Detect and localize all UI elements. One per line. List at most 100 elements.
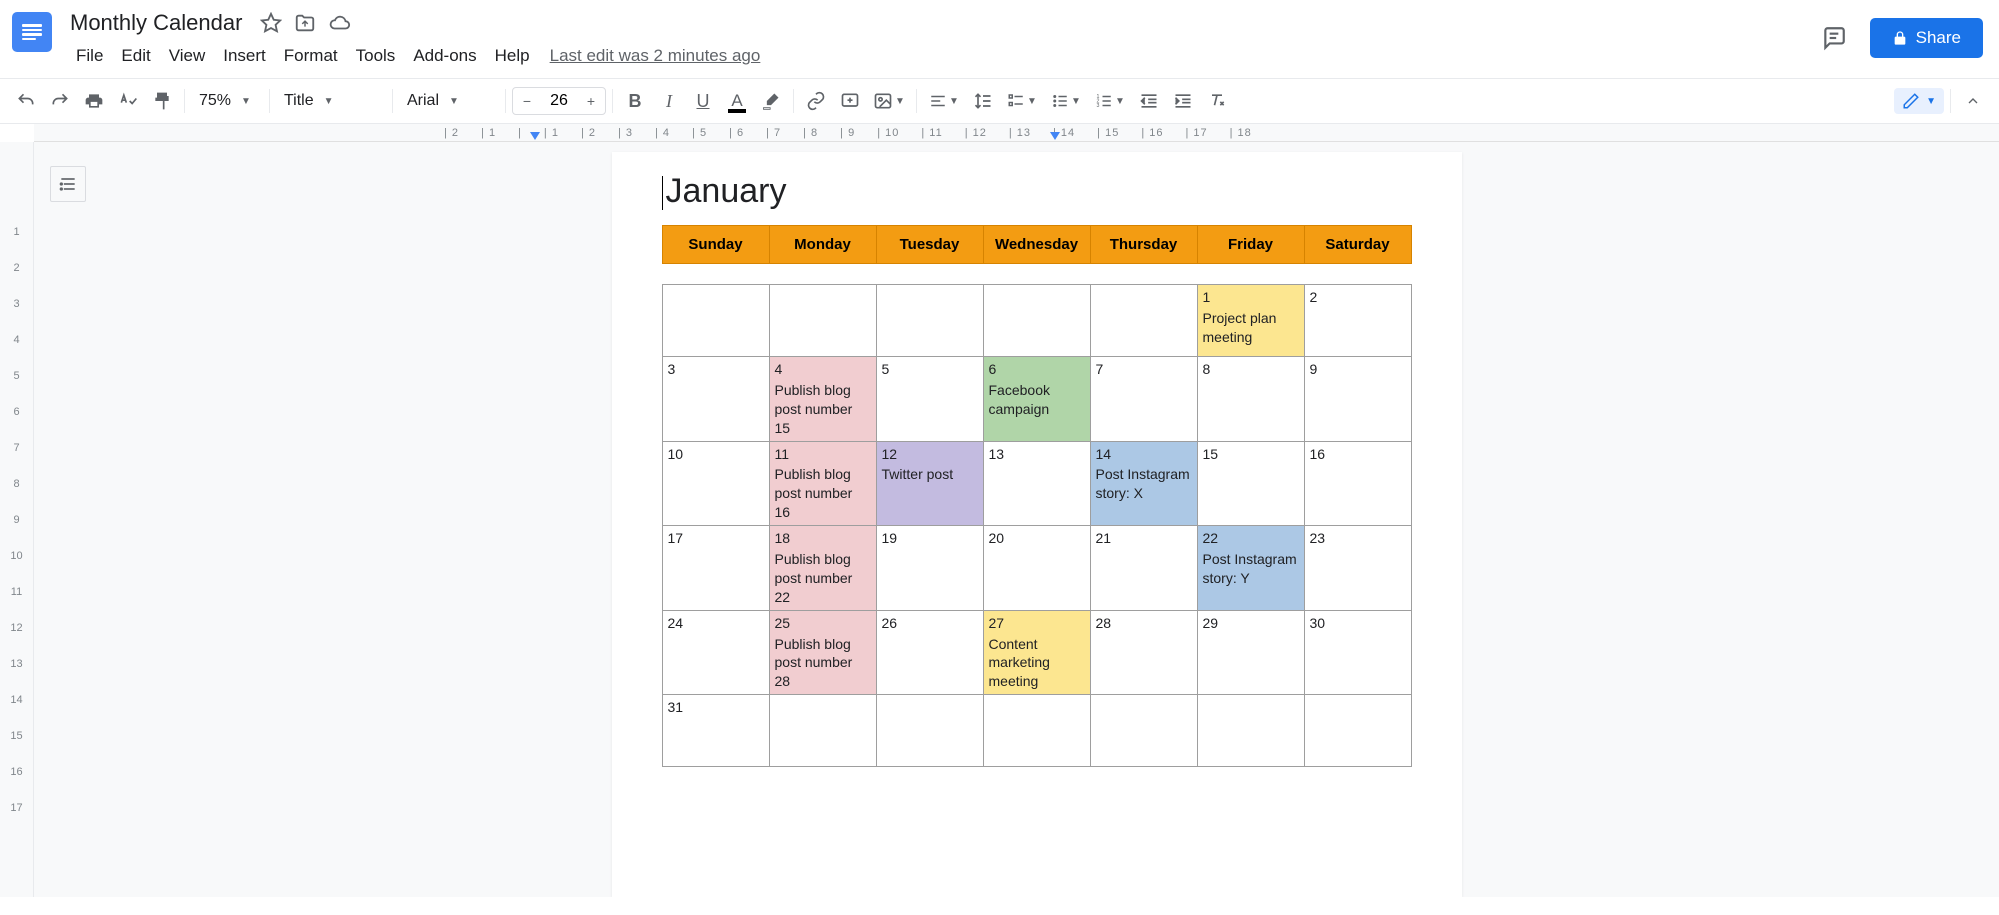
calendar-day-cell[interactable] bbox=[662, 285, 769, 357]
editing-mode-button[interactable]: ▼ bbox=[1894, 88, 1944, 114]
calendar-day-cell[interactable]: 22Post Instagram story: Y bbox=[1197, 526, 1304, 611]
calendar-day-cell[interactable]: 24 bbox=[662, 610, 769, 695]
calendar-day-cell[interactable]: 17 bbox=[662, 526, 769, 611]
menu-addons[interactable]: Add-ons bbox=[405, 42, 484, 70]
day-number: 24 bbox=[668, 614, 764, 633]
font-select[interactable]: Arial▼ bbox=[399, 87, 499, 115]
menu-help[interactable]: Help bbox=[487, 42, 538, 70]
menu-file[interactable]: File bbox=[68, 42, 111, 70]
calendar-day-cell[interactable]: 26 bbox=[876, 610, 983, 695]
calendar-day-cell[interactable]: 2 bbox=[1304, 285, 1411, 357]
clear-formatting-button[interactable] bbox=[1201, 85, 1233, 117]
redo-button[interactable] bbox=[44, 85, 76, 117]
collapse-toolbar-button[interactable] bbox=[1957, 85, 1989, 117]
undo-button[interactable] bbox=[10, 85, 42, 117]
day-number: 31 bbox=[668, 698, 764, 717]
calendar-day-cell[interactable] bbox=[769, 695, 876, 767]
docs-logo-icon[interactable] bbox=[12, 12, 52, 52]
calendar-month-title[interactable]: January bbox=[662, 172, 1412, 211]
highlight-color-button[interactable] bbox=[755, 85, 787, 117]
calendar-day-cell[interactable]: 23 bbox=[1304, 526, 1411, 611]
zoom-select[interactable]: 75%▼ bbox=[191, 87, 263, 115]
calendar-day-cell[interactable]: 8 bbox=[1197, 357, 1304, 442]
calendar-day-cell[interactable]: 20 bbox=[983, 526, 1090, 611]
day-number: 17 bbox=[668, 529, 764, 548]
paragraph-style-select[interactable]: Title▼ bbox=[276, 87, 386, 115]
calendar-day-cell[interactable] bbox=[1090, 695, 1197, 767]
calendar-day-cell[interactable]: 25Publish blog post number 28 bbox=[769, 610, 876, 695]
document-title[interactable]: Monthly Calendar bbox=[64, 8, 248, 38]
bulleted-list-button[interactable]: ▼ bbox=[1045, 85, 1087, 117]
text-color-button[interactable]: A bbox=[721, 85, 753, 117]
last-edit-link[interactable]: Last edit was 2 minutes ago bbox=[550, 46, 761, 66]
menu-edit[interactable]: Edit bbox=[113, 42, 158, 70]
indent-marker-icon[interactable] bbox=[530, 132, 540, 140]
menu-tools[interactable]: Tools bbox=[348, 42, 404, 70]
menu-format[interactable]: Format bbox=[276, 42, 346, 70]
move-icon[interactable] bbox=[294, 12, 316, 34]
day-number: 7 bbox=[1096, 360, 1192, 379]
underline-button[interactable]: U bbox=[687, 85, 719, 117]
star-icon[interactable] bbox=[260, 12, 282, 34]
calendar-day-cell[interactable] bbox=[876, 285, 983, 357]
menu-insert[interactable]: Insert bbox=[215, 42, 274, 70]
calendar-day-cell[interactable]: 21 bbox=[1090, 526, 1197, 611]
calendar-day-cell[interactable]: 9 bbox=[1304, 357, 1411, 442]
cloud-status-icon[interactable] bbox=[328, 12, 352, 34]
document-page[interactable]: January SundayMondayTuesdayWednesdayThur… bbox=[612, 152, 1462, 897]
calendar-day-cell[interactable]: 28 bbox=[1090, 610, 1197, 695]
open-comments-button[interactable] bbox=[1814, 18, 1854, 58]
calendar-day-cell[interactable]: 13 bbox=[983, 441, 1090, 526]
calendar-day-cell[interactable] bbox=[1304, 695, 1411, 767]
calendar-day-cell[interactable]: 16 bbox=[1304, 441, 1411, 526]
bold-button[interactable]: B bbox=[619, 85, 651, 117]
calendar-day-cell[interactable]: 14Post Instagram story: X bbox=[1090, 441, 1197, 526]
increase-font-button[interactable]: + bbox=[577, 88, 605, 114]
italic-button[interactable]: I bbox=[653, 85, 685, 117]
spellcheck-button[interactable] bbox=[112, 85, 144, 117]
calendar-day-cell[interactable] bbox=[983, 695, 1090, 767]
calendar-day-cell[interactable]: 31 bbox=[662, 695, 769, 767]
insert-image-button[interactable]: ▼ bbox=[868, 85, 910, 117]
calendar-day-cell[interactable] bbox=[876, 695, 983, 767]
increase-indent-button[interactable] bbox=[1167, 85, 1199, 117]
calendar-day-cell[interactable]: 4Publish blog post number 15 bbox=[769, 357, 876, 442]
calendar-day-cell[interactable]: 19 bbox=[876, 526, 983, 611]
calendar-day-cell[interactable]: 10 bbox=[662, 441, 769, 526]
calendar-day-cell[interactable]: 5 bbox=[876, 357, 983, 442]
checklist-button[interactable]: ▼ bbox=[1001, 85, 1043, 117]
font-size-input[interactable] bbox=[541, 92, 577, 110]
calendar-grid[interactable]: 1Project plan meeting234Publish blog pos… bbox=[662, 284, 1412, 767]
document-canvas[interactable]: January SundayMondayTuesdayWednesdayThur… bbox=[74, 142, 1999, 897]
calendar-day-cell[interactable] bbox=[983, 285, 1090, 357]
align-button[interactable]: ▼ bbox=[923, 85, 965, 117]
print-button[interactable] bbox=[78, 85, 110, 117]
day-header-cell: Wednesday bbox=[983, 226, 1090, 264]
calendar-day-cell[interactable]: 30 bbox=[1304, 610, 1411, 695]
calendar-day-cell[interactable]: 12Twitter post bbox=[876, 441, 983, 526]
insert-link-button[interactable] bbox=[800, 85, 832, 117]
paint-format-button[interactable] bbox=[146, 85, 178, 117]
share-button[interactable]: Share bbox=[1870, 18, 1983, 58]
calendar-day-cell[interactable] bbox=[1090, 285, 1197, 357]
line-spacing-button[interactable] bbox=[967, 85, 999, 117]
calendar-day-cell[interactable]: 15 bbox=[1197, 441, 1304, 526]
calendar-day-cell[interactable]: 3 bbox=[662, 357, 769, 442]
vertical-ruler[interactable]: 1234567891011121314151617 bbox=[0, 142, 34, 897]
calendar-day-cell[interactable]: 29 bbox=[1197, 610, 1304, 695]
calendar-day-cell[interactable] bbox=[1197, 695, 1304, 767]
menu-view[interactable]: View bbox=[161, 42, 214, 70]
decrease-indent-button[interactable] bbox=[1133, 85, 1165, 117]
calendar-day-cell[interactable]: 1Project plan meeting bbox=[1197, 285, 1304, 357]
calendar-day-cell[interactable]: 7 bbox=[1090, 357, 1197, 442]
calendar-day-cell[interactable]: 6Facebook campaign bbox=[983, 357, 1090, 442]
calendar-day-cell[interactable] bbox=[769, 285, 876, 357]
calendar-day-cell[interactable]: 27Content marketing meeting bbox=[983, 610, 1090, 695]
add-comment-button[interactable] bbox=[834, 85, 866, 117]
horizontal-ruler[interactable]: | 2| 1|| 1| 2| 3| 4| 5| 6| 7| 8| 9| 10| … bbox=[34, 124, 1999, 142]
calendar-day-cell[interactable]: 18Publish blog post number 22 bbox=[769, 526, 876, 611]
right-indent-marker-icon[interactable] bbox=[1050, 132, 1060, 140]
decrease-font-button[interactable]: − bbox=[513, 88, 541, 114]
numbered-list-button[interactable]: 123▼ bbox=[1089, 85, 1131, 117]
calendar-day-cell[interactable]: 11Publish blog post number 16 bbox=[769, 441, 876, 526]
